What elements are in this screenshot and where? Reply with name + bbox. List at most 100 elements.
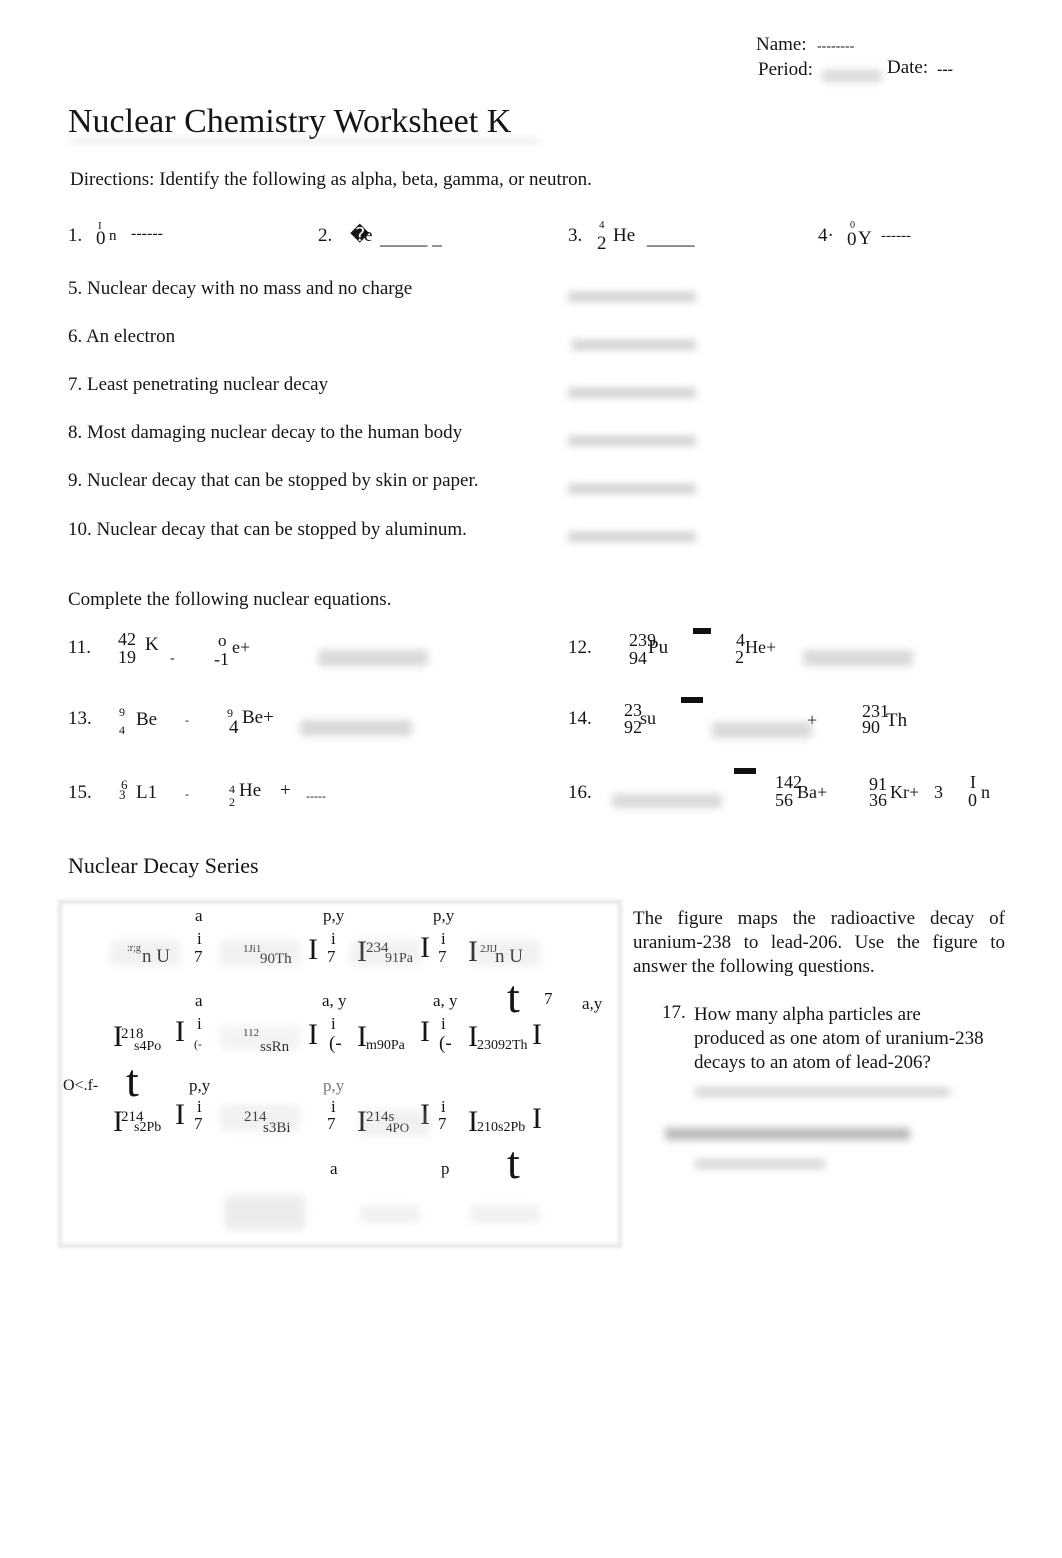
- q14-part: 90: [862, 717, 880, 737]
- q1-part: 0: [96, 228, 106, 249]
- q11-part: o: [218, 631, 227, 650]
- q16-number: 16.: [568, 782, 592, 803]
- q15-number: 15.: [68, 782, 92, 803]
- nuclide-box: [220, 1105, 300, 1131]
- q11-number: 11.: [68, 637, 92, 658]
- q13-part: 4: [229, 717, 239, 738]
- period-field[interactable]: [822, 70, 882, 82]
- q3-number: 3.: [568, 225, 583, 246]
- q2-part: _____ _: [380, 228, 442, 249]
- directions-label: Directions:: [70, 169, 155, 190]
- q16-part: 56: [775, 790, 793, 810]
- question-10: 10. Nuclear decay that can be stopped by…: [68, 519, 467, 540]
- q12-part: Pu: [648, 637, 669, 658]
- q1-number: 1.: [68, 225, 83, 246]
- q15-part: -----: [306, 789, 326, 803]
- q11-part: 19: [118, 647, 136, 667]
- question-17-number: 17.: [662, 1002, 686, 1023]
- q16-part: 0: [968, 790, 977, 810]
- answer-14[interactable]: [712, 722, 812, 738]
- q14-part: su: [640, 708, 657, 728]
- q15-part: 3: [119, 787, 126, 802]
- question-8: 8. Most damaging nuclear decay to the hu…: [68, 422, 463, 443]
- q3-part: _____: [647, 228, 695, 249]
- nuclide-box: [470, 940, 540, 966]
- answer-18[interactable]: [695, 1160, 825, 1168]
- q3-part: 4: [599, 219, 605, 231]
- name-label: Name:: [756, 34, 807, 55]
- figure-description: The figure maps the radioactive decay of…: [633, 908, 1005, 977]
- q16-part: I: [970, 772, 976, 792]
- answer-12[interactable]: [803, 650, 913, 666]
- q4-part: ------: [881, 228, 911, 244]
- q13-part: 9: [119, 705, 125, 719]
- q2-number: 2.: [318, 225, 333, 246]
- q13-part: -: [185, 713, 189, 727]
- q16-part: Kr+: [890, 782, 920, 802]
- equations-heading: Complete the following nuclear equations…: [68, 589, 392, 610]
- nuclide-box: [470, 1205, 540, 1223]
- answer-10[interactable]: [568, 532, 696, 542]
- q11-part: K: [145, 634, 159, 655]
- nuclide-box: [350, 940, 420, 966]
- q1-part: ------: [131, 225, 163, 242]
- series-heading: Nuclear Decay Series: [68, 853, 259, 878]
- q2-part: e: [364, 225, 373, 246]
- q16-part: Ba+: [797, 782, 828, 802]
- q15-part: +: [280, 780, 291, 801]
- answer-8[interactable]: [568, 436, 696, 446]
- q14-part: Th: [886, 710, 908, 731]
- arrow-mark: [693, 628, 711, 634]
- q16-part: 3: [934, 782, 943, 802]
- answer-16[interactable]: [612, 794, 722, 808]
- q15-part: -: [185, 787, 189, 801]
- answer-6[interactable]: [572, 340, 696, 350]
- title-underline: [70, 138, 540, 144]
- question-5: 5. Nuclear decay with no mass and no cha…: [68, 278, 413, 299]
- answer-7[interactable]: [568, 388, 696, 398]
- date-label: Date:: [887, 57, 929, 78]
- q15-part: L1: [136, 782, 158, 803]
- q1-part: n: [109, 228, 117, 244]
- question-6: 6. An electron: [68, 326, 176, 347]
- q15-part: 2: [229, 795, 235, 809]
- page-title: Nuclear Chemistry Worksheet K: [68, 103, 512, 140]
- nuclide-box: [220, 1025, 300, 1051]
- q11-part: -: [170, 651, 175, 666]
- answer-5[interactable]: [568, 292, 696, 302]
- q15-part: He: [239, 780, 262, 801]
- answer-13[interactable]: [300, 720, 412, 736]
- q12-number: 12.: [568, 637, 592, 658]
- nuclide-box: [360, 1205, 420, 1223]
- q4-number: 4·: [818, 225, 834, 246]
- q14-number: 14.: [568, 708, 592, 729]
- date-field[interactable]: ---: [937, 62, 953, 78]
- directions: Directions: Identify the following as al…: [70, 170, 592, 189]
- nuclide-box: [220, 940, 300, 966]
- q13-part: Be+: [242, 707, 274, 728]
- answer-11[interactable]: [318, 650, 428, 666]
- arrow-mark: [681, 697, 703, 703]
- name-field[interactable]: --------: [817, 40, 854, 54]
- q13-part: Be: [136, 709, 158, 730]
- q4-part: 0: [847, 229, 857, 250]
- q12-part: 94: [629, 648, 647, 668]
- nuclide-box: [225, 1195, 305, 1230]
- arrow-mark: [734, 768, 756, 774]
- period-label: Period:: [758, 59, 813, 80]
- q16-part: 36: [869, 790, 887, 810]
- question-18-blurred: [665, 1128, 910, 1140]
- question-17: How many alpha particles are produced as…: [694, 1004, 984, 1073]
- q11-part: -1: [214, 649, 229, 669]
- q4-part: Y: [858, 228, 872, 249]
- q3-part: He: [613, 225, 636, 246]
- q15-part: 4: [229, 782, 235, 796]
- nuclide-box: [110, 940, 180, 966]
- q13-part: 4: [119, 723, 125, 737]
- directions-text: Identify the following as alpha, beta, g…: [154, 169, 592, 190]
- answer-9[interactable]: [568, 484, 696, 494]
- question-9: 9. Nuclear decay that can be stopped by …: [68, 470, 479, 491]
- answer-17[interactable]: [695, 1088, 950, 1096]
- q16-part: n: [981, 782, 990, 802]
- q3-part: 2: [597, 233, 607, 254]
